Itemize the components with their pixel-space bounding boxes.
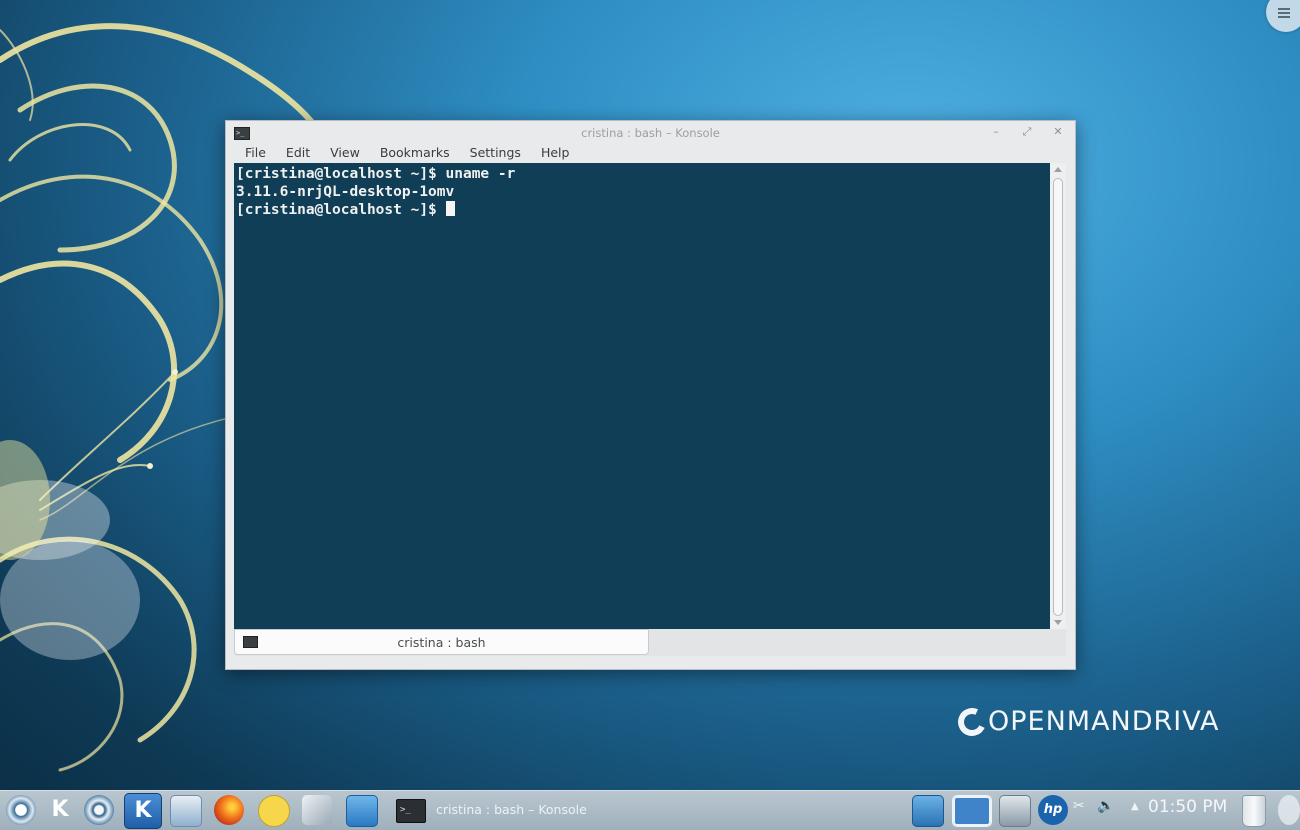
volume-icon[interactable]: 🔊	[1097, 798, 1114, 814]
hp-printer-icon[interactable]: hp	[1038, 795, 1068, 825]
taskbar-task-konsole[interactable]: >_ cristina : bash – Konsole	[392, 795, 590, 825]
terminal-area[interactable]: [cristina@localhost ~]$ uname -r 3.11.6-…	[234, 163, 1050, 629]
panel-toolbox-button[interactable]	[1278, 795, 1300, 825]
window-titlebar[interactable]: >_ cristina : bash – Konsole – ⤢ ✕	[226, 121, 1075, 145]
session-tab-label: cristina : bash	[397, 635, 486, 650]
session-tab[interactable]: cristina : bash	[234, 629, 649, 655]
terminal-scrollbar[interactable]	[1050, 163, 1066, 629]
menu-help[interactable]: Help	[531, 143, 580, 163]
menu-edit[interactable]: Edit	[276, 143, 320, 163]
screenshot-tool-icon[interactable]	[302, 795, 332, 825]
tray-expander-icon[interactable]: ▲	[1131, 801, 1139, 812]
task-label: cristina : bash – Konsole	[436, 802, 587, 817]
mandriva-menu-icon[interactable]	[6, 795, 36, 825]
menu-icon	[1278, 6, 1290, 20]
terminal-prompt: [cristina@localhost ~]$	[236, 202, 446, 218]
konsole-window: >_ cristina : bash – Konsole – ⤢ ✕ File …	[225, 120, 1076, 670]
menu-view[interactable]: View	[320, 143, 370, 163]
camera-icon[interactable]	[912, 795, 944, 827]
firefox-icon[interactable]	[214, 795, 244, 825]
browser-swirl-icon[interactable]	[84, 795, 114, 825]
terminal-line: 3.11.6-nrjQL-desktop-1omv	[236, 184, 455, 200]
openmandriva-logo: OPENMANDRIVA	[954, 703, 1220, 740]
media-player-icon[interactable]	[346, 795, 378, 827]
konsole-task-icon: >_	[396, 799, 426, 823]
menu-file[interactable]: File	[235, 143, 276, 163]
k-icon[interactable]: K	[45, 795, 75, 825]
close-button[interactable]: ✕	[1051, 125, 1065, 139]
scroll-up-arrow-icon[interactable]	[1054, 167, 1062, 172]
scissors-icon[interactable]: ✂	[1073, 798, 1085, 814]
menu-settings[interactable]: Settings	[460, 143, 531, 163]
network-manager-icon[interactable]	[999, 795, 1031, 827]
terminal-prompt-line: [cristina@localhost ~]$	[236, 201, 1050, 219]
menu-bar: File Edit View Bookmarks Settings Help	[235, 143, 579, 163]
brand-text: OPENMANDRIVA	[988, 706, 1220, 737]
trash-icon[interactable]	[1242, 795, 1266, 827]
scrollbar-thumb[interactable]	[1053, 178, 1063, 616]
workspace-pager-icon[interactable]	[952, 795, 992, 827]
session-tab-bar: cristina : bash	[234, 629, 1066, 656]
kde-icon[interactable]: K	[124, 793, 162, 829]
maximize-button[interactable]: ⤢	[1020, 125, 1034, 139]
logo-ring-icon	[954, 703, 990, 740]
taskbar: K K >_ cristina : bash – Konsole hp ✂ 🔊 …	[0, 790, 1300, 830]
clock[interactable]: 01:50 PM	[1148, 797, 1227, 817]
scroll-down-arrow-icon[interactable]	[1054, 620, 1062, 625]
minimize-button[interactable]: –	[989, 125, 1003, 139]
text-cursor	[445, 201, 455, 216]
file-manager-icon[interactable]	[170, 795, 202, 827]
window-title: cristina : bash – Konsole	[581, 126, 720, 140]
menu-bookmarks[interactable]: Bookmarks	[370, 143, 460, 163]
terminal-line: [cristina@localhost ~]$ uname -r	[236, 166, 516, 182]
chat-icon[interactable]	[258, 795, 290, 827]
